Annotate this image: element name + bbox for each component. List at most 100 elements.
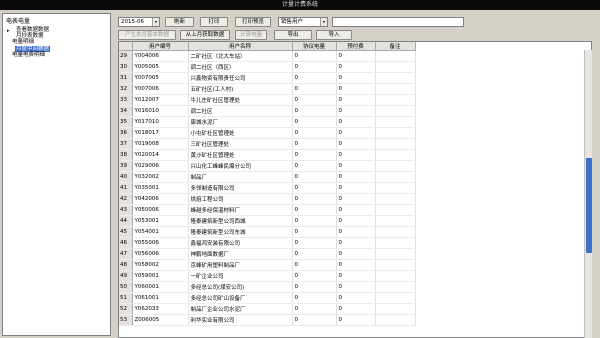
table-row[interactable]: 35 Y017010 康城水泥厂 0 0 <box>119 116 416 128</box>
print-preview-button[interactable]: 打印预览 <box>235 17 271 27</box>
row-number[interactable]: 35 <box>119 116 133 128</box>
user-name-cell[interactable]: 二矿社区（北大车站） <box>188 50 293 62</box>
user-id-cell[interactable]: Y018017 <box>132 127 189 139</box>
agreed-power-cell[interactable]: 0 <box>292 182 337 194</box>
user-name-cell[interactable]: 鑫福鸿安装有限公司 <box>188 237 293 249</box>
vertical-scrollbar[interactable] <box>584 50 592 338</box>
table-row[interactable]: 49 Y059001 一矿企业公司 0 0 <box>119 270 416 282</box>
row-number[interactable]: 51 <box>119 292 133 304</box>
agreed-power-cell[interactable]: 0 <box>292 72 337 84</box>
agreed-power-cell[interactable]: 0 <box>292 193 337 205</box>
user-name-cell[interactable]: 小屯矿社区管理处 <box>188 127 293 139</box>
prepay-cell[interactable]: 0 <box>336 94 376 106</box>
note-cell[interactable] <box>375 292 416 304</box>
user-name-cell[interactable]: 多经总公司(煤安公司) <box>188 281 293 293</box>
table-row[interactable]: 52 Y062033 制品厂企业公司水泥厂 0 0 <box>119 303 416 315</box>
note-cell[interactable] <box>375 83 416 95</box>
table-row[interactable]: 40 Y032002 制品厂 0 0 <box>119 171 416 183</box>
user-id-cell[interactable]: Y016010 <box>132 105 189 117</box>
row-number[interactable]: 33 <box>119 94 133 106</box>
agreed-power-cell[interactable]: 0 <box>292 171 337 183</box>
prepay-cell[interactable]: 0 <box>336 72 376 84</box>
row-number[interactable]: 36 <box>119 127 133 139</box>
note-cell[interactable] <box>375 259 416 271</box>
tree-item-power-detail[interactable]: 电量明细 <box>11 39 35 45</box>
prepay-cell[interactable]: 0 <box>336 127 376 139</box>
note-cell[interactable] <box>375 138 416 150</box>
table-row[interactable]: 33 Y012007 牛儿庄矿社区管理处 0 0 <box>119 94 416 106</box>
user-id-cell[interactable]: Y058002 <box>132 259 189 271</box>
row-number[interactable]: 49 <box>119 270 133 282</box>
prepay-cell[interactable]: 0 <box>336 259 376 271</box>
prepay-cell[interactable]: 0 <box>336 292 376 304</box>
user-id-cell[interactable]: Y004006 <box>132 50 189 62</box>
agreed-power-cell[interactable]: 0 <box>292 292 337 304</box>
user-name-cell[interactable]: 利华实业有限公司 <box>188 314 293 326</box>
note-cell[interactable] <box>375 171 416 183</box>
prepay-cell[interactable]: 0 <box>336 303 376 315</box>
column-header-prepay[interactable]: 预付费 <box>336 42 376 51</box>
user-name-cell[interactable]: 黄沙矿社区管理处 <box>188 149 293 161</box>
note-cell[interactable] <box>375 127 416 139</box>
agreed-power-cell[interactable]: 0 <box>292 105 337 117</box>
user-id-cell[interactable]: Y061001 <box>132 292 189 304</box>
table-row[interactable]: 46 Y055006 鑫福鸿安装有限公司 0 0 <box>119 237 416 249</box>
note-cell[interactable] <box>375 237 416 249</box>
agreed-power-cell[interactable]: 0 <box>292 204 337 216</box>
agreed-power-cell[interactable]: 0 <box>292 281 337 293</box>
prepay-cell[interactable]: 0 <box>336 149 376 161</box>
prepay-cell[interactable]: 0 <box>336 160 376 172</box>
column-header-user-name[interactable]: 用户名称 <box>188 42 293 51</box>
agreed-power-cell[interactable]: 0 <box>292 270 337 282</box>
user-name-cell[interactable]: 三矿社区管理处 <box>188 138 293 150</box>
row-number[interactable]: 43 <box>119 204 133 216</box>
user-id-cell[interactable]: Y062033 <box>132 303 189 315</box>
table-row[interactable]: 45 Y054001 隆泰建筑新型公司东城 0 0 <box>119 226 416 238</box>
user-id-cell[interactable]: Y056006 <box>132 248 189 260</box>
user-name-cell[interactable]: 调二社区 <box>188 105 293 117</box>
agreed-power-cell[interactable]: 0 <box>292 314 337 326</box>
prepay-cell[interactable]: 0 <box>336 237 376 249</box>
agreed-power-cell[interactable]: 0 <box>292 303 337 315</box>
prepay-cell[interactable]: 0 <box>336 171 376 183</box>
note-cell[interactable] <box>375 303 416 315</box>
agreed-power-cell[interactable]: 0 <box>292 149 337 161</box>
table-row[interactable]: 47 Y056006 神鹏地面数据厂 0 0 <box>119 248 416 260</box>
note-cell[interactable] <box>375 61 416 73</box>
user-id-cell[interactable]: Y019008 <box>132 138 189 150</box>
user-name-cell[interactable]: 康城水泥厂 <box>188 116 293 128</box>
note-cell[interactable] <box>375 270 416 282</box>
user-name-cell[interactable]: 兴山化工峰峰民爆分公司 <box>188 160 293 172</box>
user-name-cell[interactable]: 多领制造有限公司 <box>188 182 293 194</box>
user-id-cell[interactable]: Y053001 <box>132 215 189 227</box>
fetch-last-month-button[interactable]: 从上月获取数据 <box>180 30 230 40</box>
user-id-cell[interactable]: Y007005 <box>132 72 189 84</box>
user-name-cell[interactable]: 制品厂 <box>188 171 293 183</box>
user-id-cell[interactable]: Y012007 <box>132 94 189 106</box>
row-number[interactable]: 42 <box>119 193 133 205</box>
prepay-cell[interactable]: 0 <box>336 83 376 95</box>
note-cell[interactable] <box>375 215 416 227</box>
note-cell[interactable] <box>375 204 416 216</box>
navigation-tree[interactable]: 电表电量 ▸ 查看数据数据 月抄表数据 电量明细 月度中间数据 电量电费明细 <box>2 13 111 336</box>
prepay-cell[interactable]: 0 <box>336 61 376 73</box>
table-row[interactable]: 39 Y029006 兴山化工峰峰民爆分公司 0 0 <box>119 160 416 172</box>
row-number[interactable]: 30 <box>119 61 133 73</box>
user-name-cell[interactable]: 烘焙工程公司 <box>188 193 293 205</box>
prepay-cell[interactable]: 0 <box>336 281 376 293</box>
prepay-cell[interactable]: 0 <box>336 215 376 227</box>
user-id-cell[interactable]: Y054001 <box>132 226 189 238</box>
user-name-cell[interactable]: 调二社区（西区） <box>188 61 293 73</box>
note-cell[interactable] <box>375 182 416 194</box>
note-cell[interactable] <box>375 193 416 205</box>
user-id-cell[interactable]: Y042006 <box>132 193 189 205</box>
user-name-cell[interactable]: 一矿企业公司 <box>188 270 293 282</box>
prepay-cell[interactable]: 0 <box>336 182 376 194</box>
user-name-cell[interactable]: 牛儿庄矿社区管理处 <box>188 94 293 106</box>
column-header-rownum[interactable] <box>119 42 133 51</box>
row-number[interactable]: 31 <box>119 72 133 84</box>
user-id-cell[interactable]: Y059001 <box>132 270 189 282</box>
table-row[interactable]: 38 Y020014 黄沙矿社区管理处 0 0 <box>119 149 416 161</box>
agreed-power-cell[interactable]: 0 <box>292 259 337 271</box>
tree-item-fee-detail[interactable]: 电量电费明细 <box>11 52 46 58</box>
